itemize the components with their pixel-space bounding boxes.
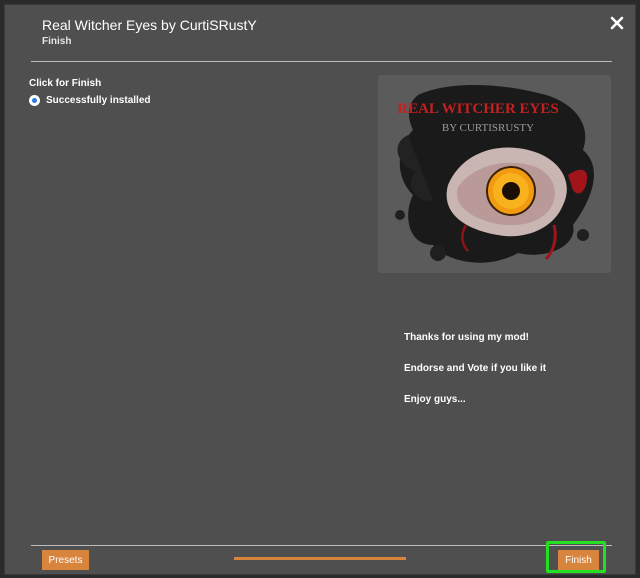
image-title-text: REAL WITCHER EYES bbox=[397, 101, 558, 117]
close-button[interactable] bbox=[609, 15, 625, 31]
header-divider bbox=[31, 61, 612, 62]
installer-dialog: Real Witcher Eyes by CurtiSRustY Finish … bbox=[4, 4, 636, 575]
dialog-subtitle: Finish bbox=[42, 36, 72, 47]
presets-button[interactable]: Presets bbox=[42, 550, 89, 570]
footer-divider bbox=[31, 545, 612, 546]
option-label: Successfully installed bbox=[46, 95, 151, 106]
dialog-title: Real Witcher Eyes by CurtiSRustY bbox=[42, 17, 257, 33]
description-line-3: Enjoy guys... bbox=[404, 394, 466, 405]
option-group-label: Click for Finish bbox=[29, 78, 102, 89]
finish-button[interactable]: Finish bbox=[558, 550, 599, 570]
description-line-2: Endorse and Vote if you like it bbox=[404, 363, 547, 374]
dialog-header: Real Witcher Eyes by CurtiSRustY Finish bbox=[5, 5, 635, 67]
option-successfully-installed[interactable]: Successfully installed bbox=[29, 95, 151, 106]
radio-button-selected[interactable] bbox=[29, 95, 40, 106]
options-pane: Click for Finish Successfully installed bbox=[29, 75, 359, 515]
mod-preview-image: REAL WITCHER EYES BY CURTISRUSTY bbox=[378, 75, 611, 273]
install-progress-bar bbox=[234, 557, 406, 560]
close-icon bbox=[610, 16, 624, 30]
image-by-text: BY CURTISRUSTY bbox=[442, 122, 534, 134]
description-line-1: Thanks for using my mod! bbox=[404, 332, 530, 343]
